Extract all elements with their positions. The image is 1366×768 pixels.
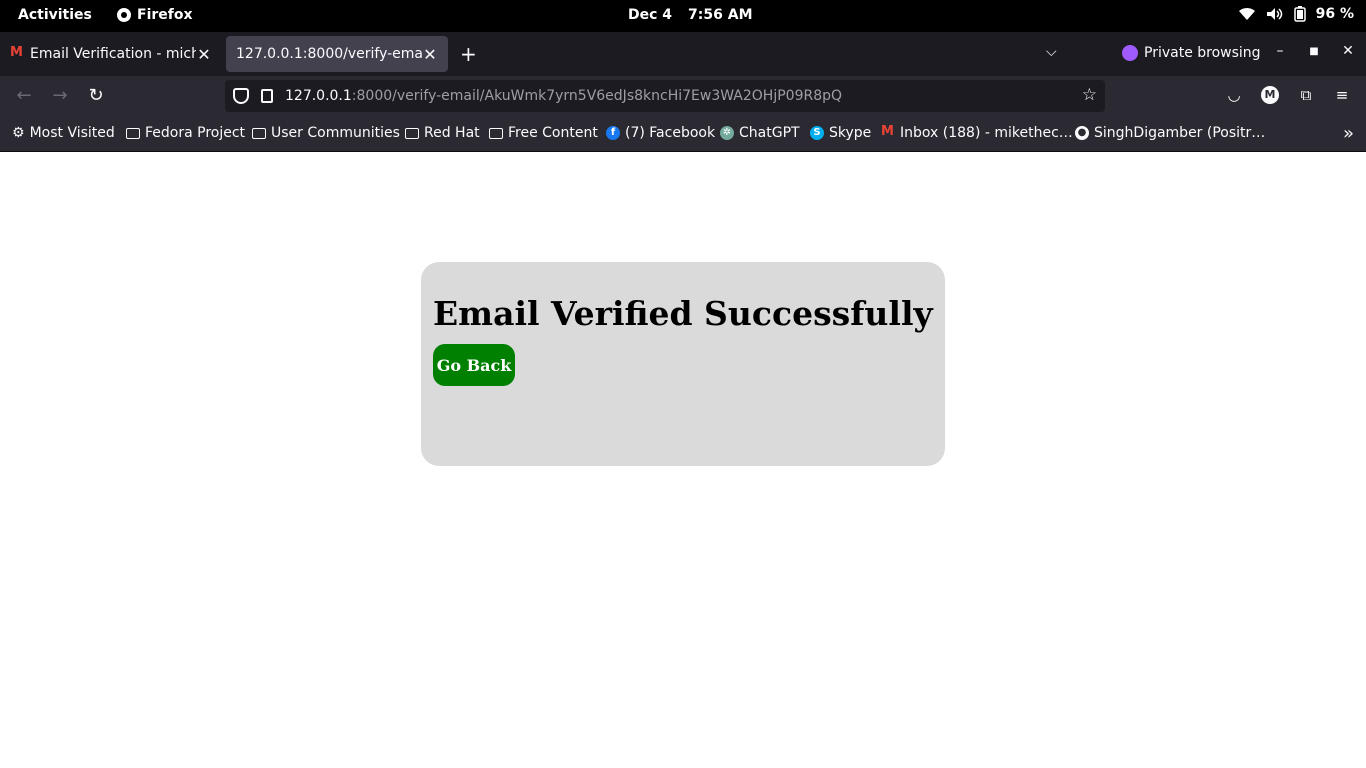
bookmark-label: Inbox (188) - mikethec…: [900, 125, 1073, 141]
clock-time: 7:56 AM: [688, 7, 753, 23]
close-tab-icon[interactable]: ✕: [422, 45, 438, 64]
account-avatar-icon[interactable]: M: [1261, 86, 1279, 104]
private-browsing-label: Private browsing: [1144, 45, 1261, 61]
extensions-icon[interactable]: ⧉: [1297, 86, 1315, 104]
bookmark-fedora-project[interactable]: Fedora Project: [126, 125, 245, 141]
volume-icon: [1266, 8, 1282, 20]
github-icon: ●: [1075, 126, 1089, 140]
close-window-icon[interactable]: ✕: [1340, 43, 1356, 59]
chevron-down-icon[interactable]: ⌵: [1046, 44, 1057, 60]
skype-icon: S: [810, 126, 824, 140]
verification-card: Email Verified Successfully Go Back: [421, 262, 945, 466]
navigation-toolbar: ← → ↻ 127.0.0.1:8000/verify-email/AkuWmk…: [0, 76, 1366, 116]
tab-title: Email Verification - micha: [30, 46, 196, 62]
page-content: Email Verified Successfully Go Back: [0, 152, 1366, 768]
bookmark-label: Free Content: [508, 125, 598, 141]
folder-icon: [126, 127, 140, 139]
private-mask-icon: [1122, 45, 1138, 61]
go-back-button[interactable]: Go Back: [433, 344, 515, 386]
system-top-bar: Activities Firefox Dec 4 7:56 AM 96 %: [0, 0, 1366, 32]
pocket-icon[interactable]: ◡: [1225, 86, 1243, 104]
battery-percent: 96 %: [1315, 6, 1354, 22]
clock[interactable]: Dec 4 7:56 AM: [628, 7, 769, 23]
facebook-icon: f: [606, 126, 620, 140]
bookmark-label: (7) Facebook: [625, 125, 716, 141]
private-browsing-indicator: Private browsing: [1122, 45, 1261, 61]
wifi-icon: [1238, 7, 1255, 20]
gmail-icon: [10, 45, 24, 60]
bookmark-label: Most Visited: [29, 125, 115, 141]
more-bookmarks-chevron-icon[interactable]: »: [1343, 123, 1354, 144]
url-host: 127.0.0.1: [285, 88, 352, 104]
url-bar[interactable]: 127.0.0.1:8000/verify-email/AkuWmk7yrn5V…: [225, 80, 1105, 112]
new-tab-icon[interactable]: +: [460, 42, 477, 66]
bookmark-free-content[interactable]: Free Content: [489, 125, 598, 141]
bookmark-chatgpt[interactable]: ✲ ChatGPT: [720, 125, 800, 141]
url-text[interactable]: 127.0.0.1:8000/verify-email/AkuWmk7yrn5V…: [285, 88, 842, 104]
tab-title: 127.0.0.1:8000/verify-email/: [236, 46, 422, 62]
shield-icon[interactable]: [233, 88, 249, 104]
tab-email-verification[interactable]: Email Verification - micha ✕: [0, 36, 222, 72]
bookmark-most-visited[interactable]: ⚙ Most Visited: [12, 125, 115, 141]
bookmark-label: ChatGPT: [739, 125, 800, 141]
gmail-icon: [881, 124, 895, 139]
page-info-icon[interactable]: [261, 89, 273, 103]
gear-icon: ⚙: [12, 125, 25, 141]
bookmark-star-icon[interactable]: ☆: [1082, 85, 1097, 105]
maximize-icon[interactable]: ■: [1306, 46, 1322, 57]
folder-icon: [252, 127, 266, 139]
clock-date: Dec 4: [628, 7, 673, 23]
page-title: Email Verified Successfully: [433, 294, 933, 333]
system-status-area[interactable]: 96 %: [1238, 6, 1354, 22]
tab-verify-email-active[interactable]: 127.0.0.1:8000/verify-email/ ✕: [226, 36, 448, 72]
folder-icon: [405, 127, 419, 139]
battery-icon: [1293, 6, 1306, 22]
bookmark-label: Red Hat: [424, 125, 480, 141]
folder-icon: [489, 127, 503, 139]
bookmark-user-communities[interactable]: User Communities: [252, 125, 400, 141]
bookmark-label: Skype: [829, 125, 872, 141]
bookmark-skype[interactable]: S Skype: [810, 125, 871, 141]
activities-button[interactable]: Activities: [18, 7, 92, 23]
bookmark-red-hat[interactable]: Red Hat: [405, 125, 480, 141]
app-menu[interactable]: Firefox: [117, 7, 193, 23]
minimize-icon[interactable]: –: [1272, 43, 1288, 59]
back-arrow-icon[interactable]: ←: [13, 85, 35, 106]
chatgpt-icon: ✲: [720, 126, 734, 140]
tab-strip: Email Verification - micha ✕ 127.0.0.1:8…: [0, 32, 1366, 76]
reload-icon[interactable]: ↻: [85, 85, 107, 106]
close-tab-icon[interactable]: ✕: [196, 45, 212, 64]
bookmark-singhdigamber[interactable]: ● SinghDigamber (Positr…: [1075, 125, 1265, 141]
bookmark-inbox[interactable]: Inbox (188) - mikethec…: [881, 124, 1073, 142]
forward-arrow-icon[interactable]: →: [49, 85, 71, 106]
url-path: :8000/verify-email/AkuWmk7yrn5V6edJs8knc…: [351, 88, 843, 104]
firefox-icon: [117, 8, 131, 22]
bookmark-label: Fedora Project: [145, 125, 246, 141]
bookmarks-toolbar: ⚙ Most Visited Fedora Project User Commu…: [0, 116, 1366, 152]
app-name: Firefox: [137, 7, 193, 23]
bookmark-label: SinghDigamber (Positr…: [1094, 125, 1266, 141]
hamburger-menu-icon[interactable]: ≡: [1333, 86, 1351, 104]
bookmark-label: User Communities: [271, 125, 400, 141]
bookmark-facebook[interactable]: f (7) Facebook: [606, 125, 715, 141]
